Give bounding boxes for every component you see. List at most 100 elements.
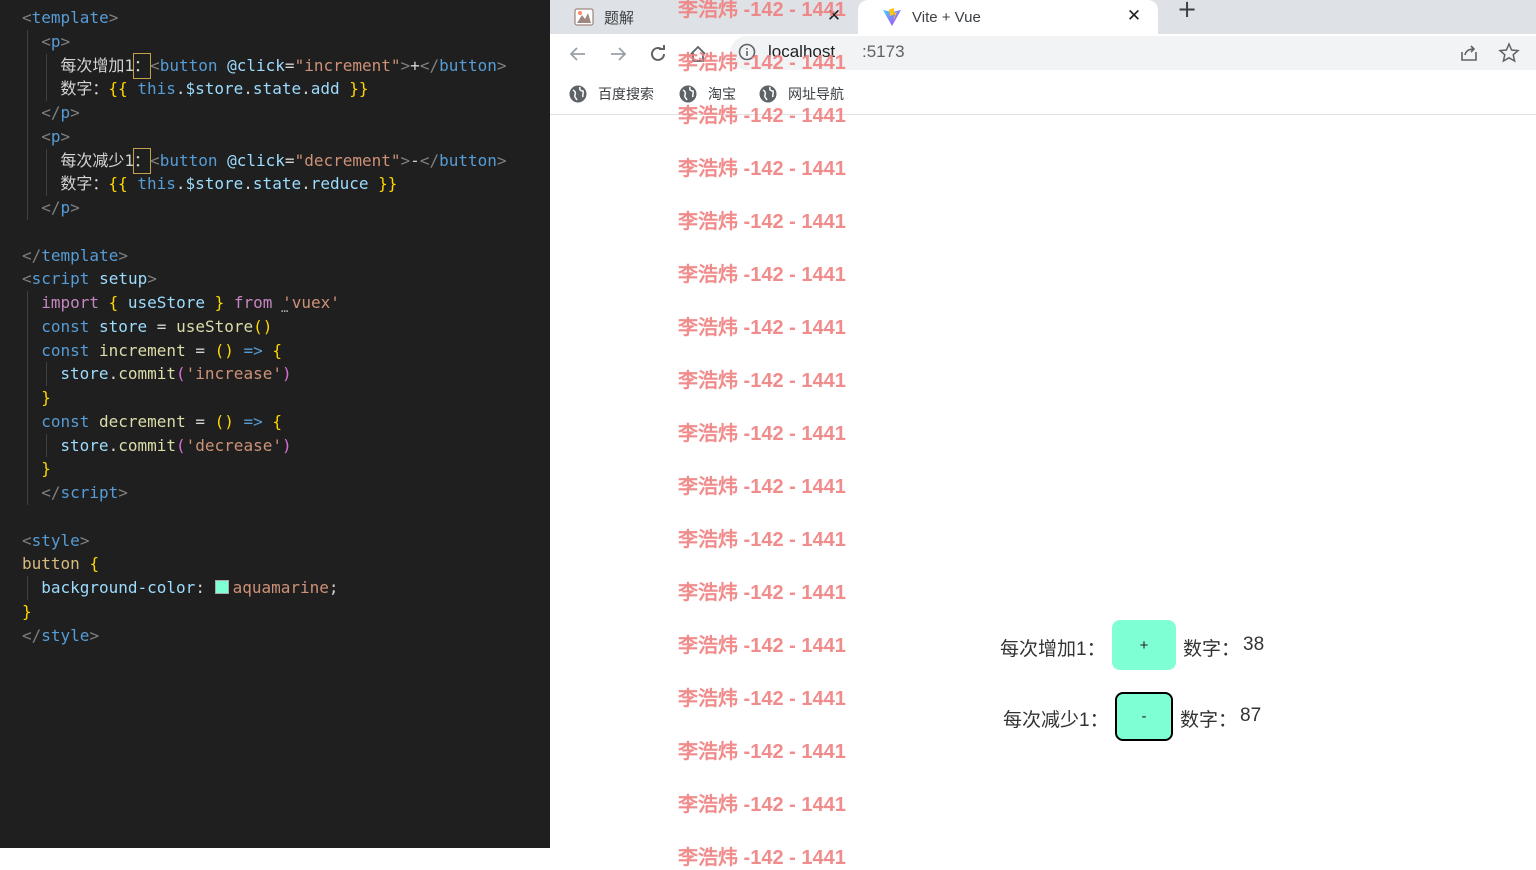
url-host[interactable]: localhost <box>768 42 835 62</box>
code-line[interactable]: 数字：{{ this.$store.state.add }} <box>60 77 368 101</box>
code-token: const <box>41 317 90 336</box>
indent-guide <box>46 149 47 196</box>
app-page: 每次增加1： + 数字： 38 每次减少1： - 数字： 87 <box>550 116 1536 864</box>
code-token: $store <box>185 79 244 98</box>
code-line[interactable]: <p> <box>41 30 70 54</box>
code-line[interactable]: 数字：{{ this.$store.state.reduce }} <box>60 172 397 196</box>
code-line[interactable]: store.commit('decrease') <box>60 434 291 458</box>
code-token: ) <box>281 364 292 383</box>
back-arrow-icon[interactable] <box>566 42 590 66</box>
site-info-icon[interactable] <box>738 43 756 61</box>
reload-icon[interactable] <box>646 42 670 66</box>
code-token: "increment" <box>294 56 401 75</box>
code-token: < <box>22 531 32 550</box>
code-line[interactable]: <template> <box>22 6 118 30</box>
code-token: decrement <box>99 412 186 431</box>
code-line[interactable]: const decrement = () => { <box>41 410 282 434</box>
code-line[interactable]: button { <box>22 552 99 576</box>
bookmark-baidu[interactable]: 百度搜索 <box>568 84 654 104</box>
code-token: . <box>243 79 253 98</box>
address-bar[interactable] <box>730 36 1536 70</box>
code-line[interactable]: </script> <box>41 481 128 505</box>
code-token: () <box>214 341 234 360</box>
code-line[interactable]: } <box>41 386 51 410</box>
decrement-button[interactable]: - <box>1115 692 1173 741</box>
tab-close-icon[interactable]: ✕ <box>1124 6 1144 26</box>
code-token: 每次减少1 <box>60 151 135 170</box>
tab-vite-vue[interactable]: Vite + Vue ✕ <box>858 0 1158 34</box>
code-line[interactable]: 每次增加1：<button @click="increment">+</butt… <box>60 53 507 79</box>
code-token: }} <box>368 174 398 193</box>
code-token: style <box>41 626 90 645</box>
code-line[interactable]: import { useStore } from 'vuex' <box>41 291 340 315</box>
code-line[interactable]: </template> <box>22 244 128 268</box>
code-token: 'increase' <box>185 364 282 383</box>
home-icon[interactable] <box>686 42 710 66</box>
code-token: . <box>243 174 253 193</box>
code-line[interactable]: <p> <box>41 125 70 149</box>
code-line[interactable]: background-color: aquamarine; <box>41 576 338 600</box>
code-token: } <box>41 388 51 407</box>
bookmark-taobao[interactable]: 淘宝 <box>678 84 736 104</box>
tab-title: 题解 <box>604 9 635 27</box>
increment-button[interactable]: + <box>1112 620 1176 670</box>
code-line[interactable]: 每次减少1：<button @click="decrement">-</butt… <box>60 148 507 174</box>
share-icon[interactable] <box>1458 42 1480 64</box>
code-line[interactable]: store.commit('increase') <box>60 362 291 386</box>
increment-label: 每次增加1： <box>1000 639 1106 660</box>
code-token: < <box>41 32 51 51</box>
code-line[interactable]: } <box>22 600 32 624</box>
tab-title: Vite + Vue <box>912 8 981 26</box>
code-token: 'vuex' <box>282 293 340 312</box>
decrement-label: 每次减少1： <box>1003 710 1109 731</box>
code-token: $store <box>185 174 244 193</box>
code-token: 每次增加1 <box>60 56 135 75</box>
tab-tijie[interactable]: 题解 ✕ <box>550 0 858 34</box>
code-token: button <box>159 56 218 75</box>
code-token: increment <box>99 341 186 360</box>
code-line[interactable]: } <box>41 457 51 481</box>
code-token: > <box>147 269 157 288</box>
code-token: add <box>310 79 340 98</box>
indent-guide <box>27 30 28 220</box>
tab-close-icon[interactable]: ✕ <box>824 6 844 26</box>
code-line[interactable]: const increment = () => { <box>41 339 282 363</box>
editor-bottom-strip <box>0 848 550 864</box>
code-editor[interactable]: <template> <p> 每次增加1：<button @click="incre… <box>0 0 550 848</box>
code-token: . <box>108 364 119 383</box>
code-token: @click <box>227 151 285 170</box>
bookmark-star-icon[interactable] <box>1498 42 1520 64</box>
hint-dots-icon: ⋯ <box>281 304 290 318</box>
code-token: } <box>22 602 32 621</box>
code-line[interactable]: <style> <box>22 529 89 553</box>
forward-arrow-icon[interactable] <box>606 42 630 66</box>
code-token: store <box>99 317 148 336</box>
code-token: = <box>284 56 295 75</box>
code-token: = <box>185 341 215 360</box>
bookmark-nav[interactable]: 网址导航 <box>758 84 844 104</box>
code-line[interactable]: </p> <box>41 101 80 125</box>
code-token: </ <box>419 151 440 170</box>
code-token: > <box>118 246 128 265</box>
code-token: ( <box>176 364 186 383</box>
code-line[interactable]: <script setup> <box>22 267 157 291</box>
code-token: background-color <box>41 578 196 597</box>
code-token: 数字： <box>60 174 109 193</box>
code-line[interactable]: </p> <box>41 196 80 220</box>
code-line[interactable]: </style> <box>22 624 99 648</box>
code-line[interactable]: const store = useStore() <box>41 315 272 339</box>
code-token: = <box>147 317 177 336</box>
code-token: script <box>60 483 119 502</box>
code-token: => <box>243 341 263 360</box>
url-port[interactable]: :5173 <box>862 42 905 62</box>
new-tab-button[interactable]: + <box>1176 0 1198 21</box>
code-token: button <box>159 151 218 170</box>
